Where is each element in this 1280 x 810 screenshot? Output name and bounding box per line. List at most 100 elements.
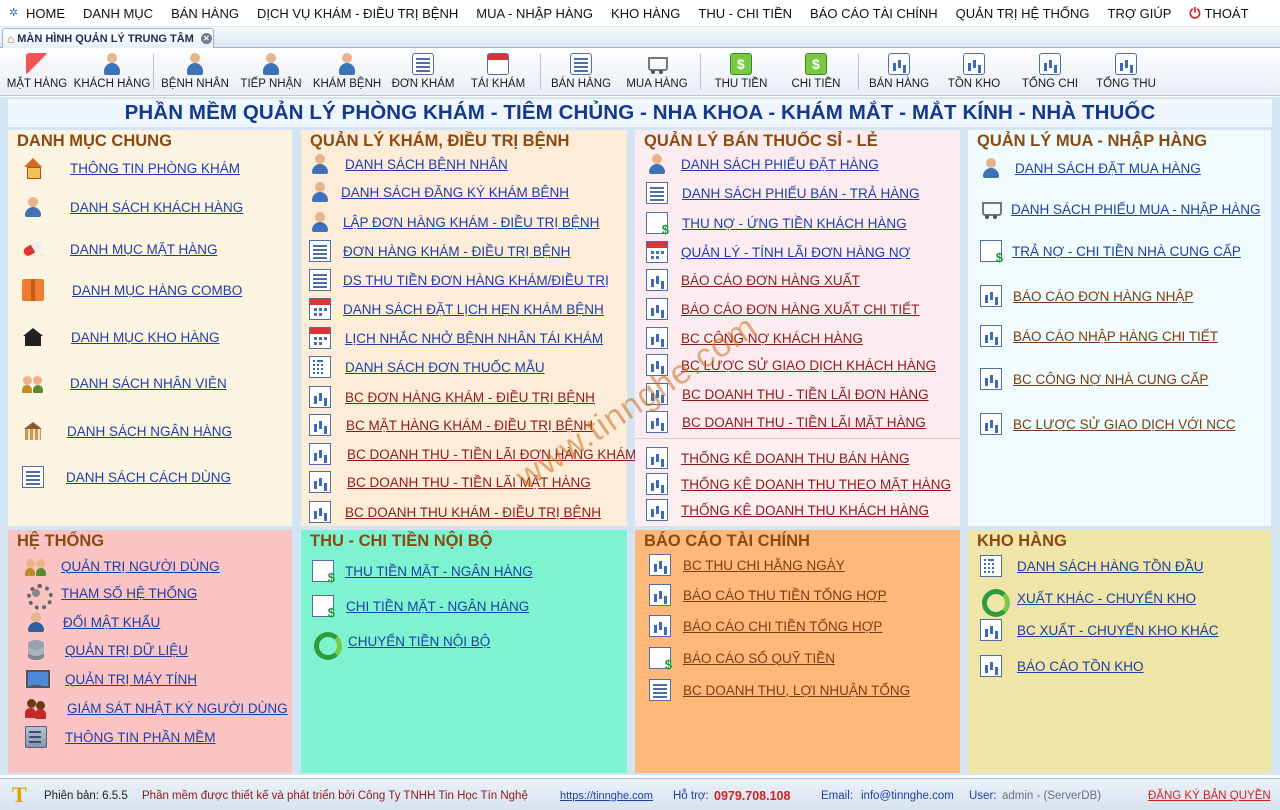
panel-mua-nhap-hang: QUẢN LÝ MUA - NHẬP HÀNG DANH SÁCH ĐẶT MU… — [968, 130, 1271, 526]
link-xuat-khac-chuyen-kho[interactable]: XUẤT KHÁC - CHUYỂN KHO — [980, 587, 1196, 617]
toolbar-tong-chi-button[interactable]: TỔNG CHI — [1020, 50, 1080, 94]
link-bc-doanh-thu-loi-nhuan[interactable]: BC DOANH THU, LỢI NHUẬN TỔNG — [649, 679, 910, 701]
link-phieu-ban-tra-hang[interactable]: DANH SÁCH PHIẾU BÁN - TRẢ HÀNG — [646, 182, 920, 204]
link-giam-sat-nhat-ky[interactable]: GIÁM SÁT NHẬT KÝ NGƯỜI DÙNG — [25, 697, 288, 719]
link-quan-tri-du-lieu[interactable]: QUẢN TRỊ DỮ LIỆU — [25, 639, 188, 661]
link-hang-ton-dau[interactable]: DANH SÁCH HÀNG TỒN ĐẦU — [980, 555, 1204, 577]
link-label: BÁO CÁO TỒN KHO — [1017, 658, 1144, 674]
toolbar-ton-kho-button[interactable]: TỒN KHO — [946, 50, 1002, 94]
link-danh-sach-nhan-vien[interactable]: DANH SÁCH NHÂN VIÊN — [22, 372, 227, 394]
menu-exit[interactable]: ⏻ THOÁT — [1180, 0, 1257, 27]
toolbar-tai-kham-button[interactable]: TÁI KHÁM — [470, 50, 526, 94]
link-danh-muc-hang-combo[interactable]: DANH MỤC HÀNG COMBO — [22, 279, 242, 301]
link-bc-don-hang-xuat[interactable]: BÁO CÁO ĐƠN HÀNG XUẤT — [646, 269, 860, 291]
website-link[interactable]: https://tinnghe.com — [560, 790, 653, 802]
link-bc-don-hang-xuat-chi-tiet[interactable]: BÁO CÁO ĐƠN HÀNG XUẤT CHI TIẾT — [646, 298, 919, 320]
link-danh-muc-kho-hang[interactable]: DANH MỤC KHO HÀNG — [22, 326, 220, 348]
menu-quan-tri[interactable]: QUẢN TRỊ HỆ THỐNG — [947, 0, 1099, 27]
link-don-thuoc-mau[interactable]: DANH SÁCH ĐƠN THUỐC MẪU — [309, 356, 545, 378]
toolbar-label: BÁN HÀNG — [550, 78, 612, 90]
link-bc-thu-chi-hang-ngay[interactable]: BC THU CHI HẰNG NGÀY — [649, 554, 845, 576]
link-don-hang-kham[interactable]: ĐƠN HÀNG KHÁM - ĐIỀU TRỊ BỆNH — [309, 240, 570, 262]
link-dang-ky-kham[interactable]: DANH SÁCH ĐĂNG KÝ KHÁM BỆNH — [309, 181, 569, 203]
toolbar-tiep-nhan-button[interactable]: TIẾP NHẬN — [240, 50, 302, 94]
money-icon — [646, 212, 669, 237]
link-bc-chi-tien-tong-hop[interactable]: BÁO CÁO CHI TIỀN TỔNG HỢP — [649, 615, 882, 637]
menu-bao-cao-tai-chinh[interactable]: BÁO CÁO TÀI CHÍNH — [801, 0, 947, 27]
link-chuyen-tien-noi-bo[interactable]: CHUYỂN TIỀN NỘI BỘ — [312, 630, 490, 660]
menu-kho-hang[interactable]: KHO HÀNG — [602, 0, 689, 27]
link-chi-tien-mat[interactable]: CHI TIỀN MẶT - NGÂN HÀNG — [312, 595, 529, 620]
link-danh-muc-mat-hang[interactable]: DANH MỤC MẶT HÀNG — [22, 238, 218, 260]
toolbar-chi-tien-button[interactable]: CHI TIỀN — [788, 50, 844, 94]
menu-thu-chi[interactable]: THU - CHI TIỀN — [689, 0, 801, 27]
toolbar-bao-cao-ban-hang-button[interactable]: BÁN HÀNG — [868, 50, 930, 94]
link-thong-tin-phong-kham[interactable]: THÔNG TIN PHÒNG KHÁM — [22, 157, 240, 179]
link-thong-tin-phan-mem[interactable]: THÔNG TIN PHẦN MỀM — [25, 726, 216, 748]
order-icon — [980, 157, 1002, 179]
link-bc-don-hang-kham[interactable]: BC ĐƠN HÀNG KHÁM - ĐIỀU TRỊ BỆNH — [309, 386, 595, 408]
link-quan-tri-may-tinh[interactable]: QUẢN TRỊ MÁY TÍNH — [25, 668, 197, 690]
menu-tro-giup[interactable]: TRỢ GIÚP — [1099, 0, 1181, 27]
link-tinh-lai-don-no[interactable]: QUẢN LÝ - TÍNH LÃI ĐƠN HÀNG NỢ — [646, 241, 910, 263]
menu-danh-muc[interactable]: DANH MỤC — [74, 0, 162, 27]
inventory-icon — [980, 555, 1002, 577]
link-bc-so-quy-tien[interactable]: BÁO CÁO SỔ QUỸ TIỀN — [649, 647, 835, 672]
close-icon[interactable]: ✕ — [200, 33, 212, 44]
menu-home[interactable]: ✲ HOME — [0, 0, 74, 27]
link-thong-ke-khach-hang[interactable]: THỐNG KÊ DOANH THU KHÁCH HÀNG — [646, 499, 929, 521]
menu-dich-vu-kham[interactable]: DỊCH VỤ KHÁM - ĐIỀU TRỊ BỆNH — [248, 0, 467, 27]
link-tra-no-ncc[interactable]: TRẢ NỢ - CHI TIỀN NHÀ CUNG CẤP — [980, 240, 1241, 265]
link-thu-no-khach-hang[interactable]: THU NỢ - ỨNG TIỀN KHÁCH HÀNG — [646, 212, 907, 237]
toolbar-thu-tien-button[interactable]: THU TIỀN — [712, 50, 770, 94]
link-tham-so-he-thong[interactable]: THAM SỐ HỆ THỐNG — [25, 582, 197, 610]
toolbar-don-kham-button[interactable]: ĐƠN KHÁM — [392, 50, 454, 94]
customer-icon — [101, 53, 123, 75]
toolbar-tong-thu-button[interactable]: TỔNG THU — [1094, 50, 1158, 94]
link-thong-ke-ban-hang[interactable]: THỐNG KÊ DOANH THU BÁN HÀNG — [646, 447, 910, 469]
link-quan-tri-nguoi-dung[interactable]: QUẢN TRỊ NGƯỜI DÙNG — [25, 555, 220, 577]
link-bc-don-hang-nhap[interactable]: BÁO CÁO ĐƠN HÀNG NHẬP — [980, 285, 1193, 307]
link-phieu-mua-nhap[interactable]: DANH SÁCH PHIẾU MUA - NHẬP HÀNG — [980, 198, 1261, 220]
link-bc-thu-tien-tong-hop[interactable]: BÁO CÁO THU TIỀN TỔNG HỢP — [649, 584, 887, 606]
link-dat-lich-hen[interactable]: DANH SÁCH ĐẶT LỊCH HẸN KHÁM BỆNH — [309, 298, 604, 320]
toolbar-ban-hang-button[interactable]: BÁN HÀNG — [551, 50, 611, 94]
monitor-users-icon — [25, 697, 47, 719]
panel-kho-hang: KHO HÀNG DANH SÁCH HÀNG TỒN ĐẦU XUẤT KHÁ… — [968, 530, 1271, 773]
link-phieu-dat-hang[interactable]: DANH SÁCH PHIẾU ĐẶT HÀNG — [646, 153, 879, 175]
link-danh-sach-khach-hang[interactable]: DANH SÁCH KHÁCH HÀNG — [22, 196, 243, 218]
tab-main-screen[interactable]: ⌂ MÀN HÌNH QUẢN LÝ TRUNG TÂM ✕ — [2, 28, 214, 48]
menu-mua-nhap-hang[interactable]: MUA - NHẬP HÀNG — [467, 0, 602, 27]
menu-ban-hang[interactable]: BÁN HÀNG — [162, 0, 248, 27]
link-label: ĐỔI MẬT KHẨU — [63, 614, 161, 630]
link-ds-thu-tien-kham[interactable]: DS THU TIỀN ĐƠN HÀNG KHÁM/ĐIỀU TRỊ — [309, 269, 609, 291]
link-bc-luoc-su-ncc[interactable]: BC LƯỢC SỬ GIAO DỊCH VỚI NCC — [980, 413, 1236, 435]
toolbar-benh-nhan-button[interactable]: BỆNH NHÂN — [161, 50, 229, 94]
link-thong-ke-mat-hang[interactable]: THỐNG KÊ DOANH THU THEO MẶT HÀNG — [646, 473, 951, 495]
link-danh-sach-cach-dung[interactable]: DANH SÁCH CÁCH DÙNG — [22, 466, 231, 488]
link-bc-xuat-chuyen-kho[interactable]: BC XUẤT - CHUYỂN KHO KHÁC — [980, 619, 1219, 641]
link-bc-mat-hang-kham[interactable]: BC MẶT HÀNG KHÁM - ĐIỀU TRỊ BỆNH — [309, 414, 593, 436]
link-bc-doanh-thu-kham[interactable]: BC DOANH THU KHÁM - ĐIỀU TRỊ BỆNH — [309, 501, 601, 523]
link-danh-sach-benh-nhan[interactable]: DANH SÁCH BỆNH NHÂN — [309, 153, 508, 175]
link-bc-cong-no-ncc[interactable]: BC CÔNG NỢ NHÀ CUNG CẤP — [980, 368, 1208, 390]
link-label: QUẢN TRỊ MÁY TÍNH — [65, 671, 198, 687]
link-doi-mat-khau[interactable]: ĐỔI MẬT KHẨU — [25, 611, 160, 633]
toolbar-mat-hang-button[interactable]: MẶT HÀNG — [7, 50, 67, 94]
toolbar-kham-benh-button[interactable]: KHÁM BỆNH — [313, 50, 381, 94]
link-bc-nhap-hang-chi-tiet[interactable]: BÁO CÁO NHẬP HÀNG CHI TIẾT — [980, 325, 1218, 347]
link-label: GIÁM SÁT NHẬT KÝ NGƯỜI DÙNG — [67, 700, 288, 716]
register-license-link[interactable]: ĐĂNG KÝ BẢN QUYỀN — [1148, 790, 1271, 802]
tab-label: MÀN HÌNH QUẢN LÝ TRUNG TÂM — [17, 32, 194, 45]
link-thu-tien-mat[interactable]: THU TIỀN MẶT - NGÂN HÀNG — [312, 560, 533, 585]
link-nhac-tai-kham[interactable]: LỊCH NHẮC NHỞ BỆNH NHÂN TÁI KHÁM — [309, 327, 603, 349]
panel-bao-cao-tai-chinh: BÁO CÁO TÀI CHÍNH BC THU CHI HẰNG NGÀY B… — [635, 530, 960, 773]
toolbar-mua-hang-button[interactable]: MUA HÀNG — [626, 50, 688, 94]
link-danh-sach-ngan-hang[interactable]: DANH SÁCH NGÂN HÀNG — [22, 420, 232, 442]
link-dat-mua-hang[interactable]: DANH SÁCH ĐẶT MUA HÀNG — [980, 157, 1201, 179]
toolbar-khach-hang-button[interactable]: KHÁCH HÀNG — [74, 50, 150, 94]
toolbar-label: MUA HÀNG — [626, 78, 688, 90]
link-bc-doanh-thu-mat-hang-ban[interactable]: BC DOANH THU - TIỀN LÃI MẶT HÀNG — [646, 411, 926, 433]
link-bc-ton-kho[interactable]: BÁO CÁO TỒN KHO — [980, 655, 1144, 677]
link-lap-don-hang-kham[interactable]: LẬP ĐƠN HÀNG KHÁM - ĐIỀU TRỊ BỆNH — [309, 211, 599, 233]
